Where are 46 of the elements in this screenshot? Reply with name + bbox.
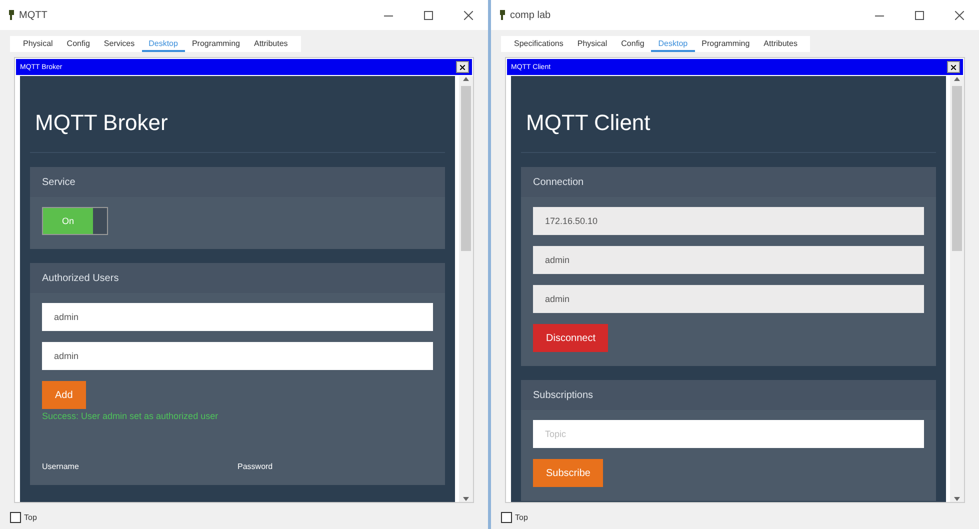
close-icon (951, 64, 956, 70)
tab[interactable]: Config (60, 36, 97, 52)
app-logo-icon (499, 10, 506, 20)
tab[interactable]: Services (96, 36, 142, 52)
action-button[interactable]: Disconnect (533, 324, 608, 352)
checkbox-label: Top (24, 512, 37, 522)
column-header: Password (238, 462, 274, 471)
close-button[interactable] (456, 61, 469, 73)
close-icon[interactable] (464, 10, 472, 20)
scrollbar[interactable] (950, 76, 964, 502)
section-header: Authorized Users (30, 263, 445, 293)
checkbox-label: Top (515, 512, 528, 522)
tab[interactable]: Attributes (756, 36, 804, 52)
app-heading: MQTT Broker (30, 76, 445, 153)
app-heading: MQTT Client (521, 76, 936, 153)
section-header: Subscriptions (521, 380, 936, 410)
input-field[interactable]: admin (42, 342, 433, 370)
checkbox[interactable] (10, 512, 21, 522)
section-header: Connection (521, 167, 936, 197)
maximize-icon[interactable] (914, 10, 924, 20)
scroll-down-icon[interactable] (954, 496, 960, 502)
app-logo-icon (8, 10, 15, 20)
tab[interactable]: Config (614, 36, 652, 52)
scroll-down-icon[interactable] (463, 496, 469, 502)
tab[interactable]: Programming (694, 36, 757, 52)
tab[interactable]: Programming (184, 36, 247, 52)
column-header: Username (42, 462, 80, 471)
tab[interactable]: Physical (16, 36, 60, 52)
input-field[interactable]: Topic (533, 420, 924, 448)
maximize-icon[interactable] (424, 10, 432, 20)
tab[interactable]: Physical (570, 36, 614, 52)
checkbox[interactable] (501, 512, 512, 522)
tab[interactable]: Attributes (246, 36, 295, 52)
scroll-thumb[interactable] (461, 86, 471, 251)
scroll-thumb[interactable] (952, 86, 962, 251)
input-field[interactable]: admin (42, 303, 433, 331)
tab[interactable]: Desktop (651, 36, 695, 52)
status-message: Success: User admin set as authorized user (42, 411, 218, 421)
section-header: Service (30, 167, 445, 197)
scrollbar[interactable] (459, 76, 473, 502)
close-icon (460, 64, 465, 70)
close-button[interactable] (947, 61, 960, 73)
tab[interactable]: Specifications (507, 36, 570, 52)
close-icon[interactable] (954, 10, 964, 20)
window-title: MQTT (19, 10, 48, 20)
window-title: comp lab (510, 10, 552, 20)
